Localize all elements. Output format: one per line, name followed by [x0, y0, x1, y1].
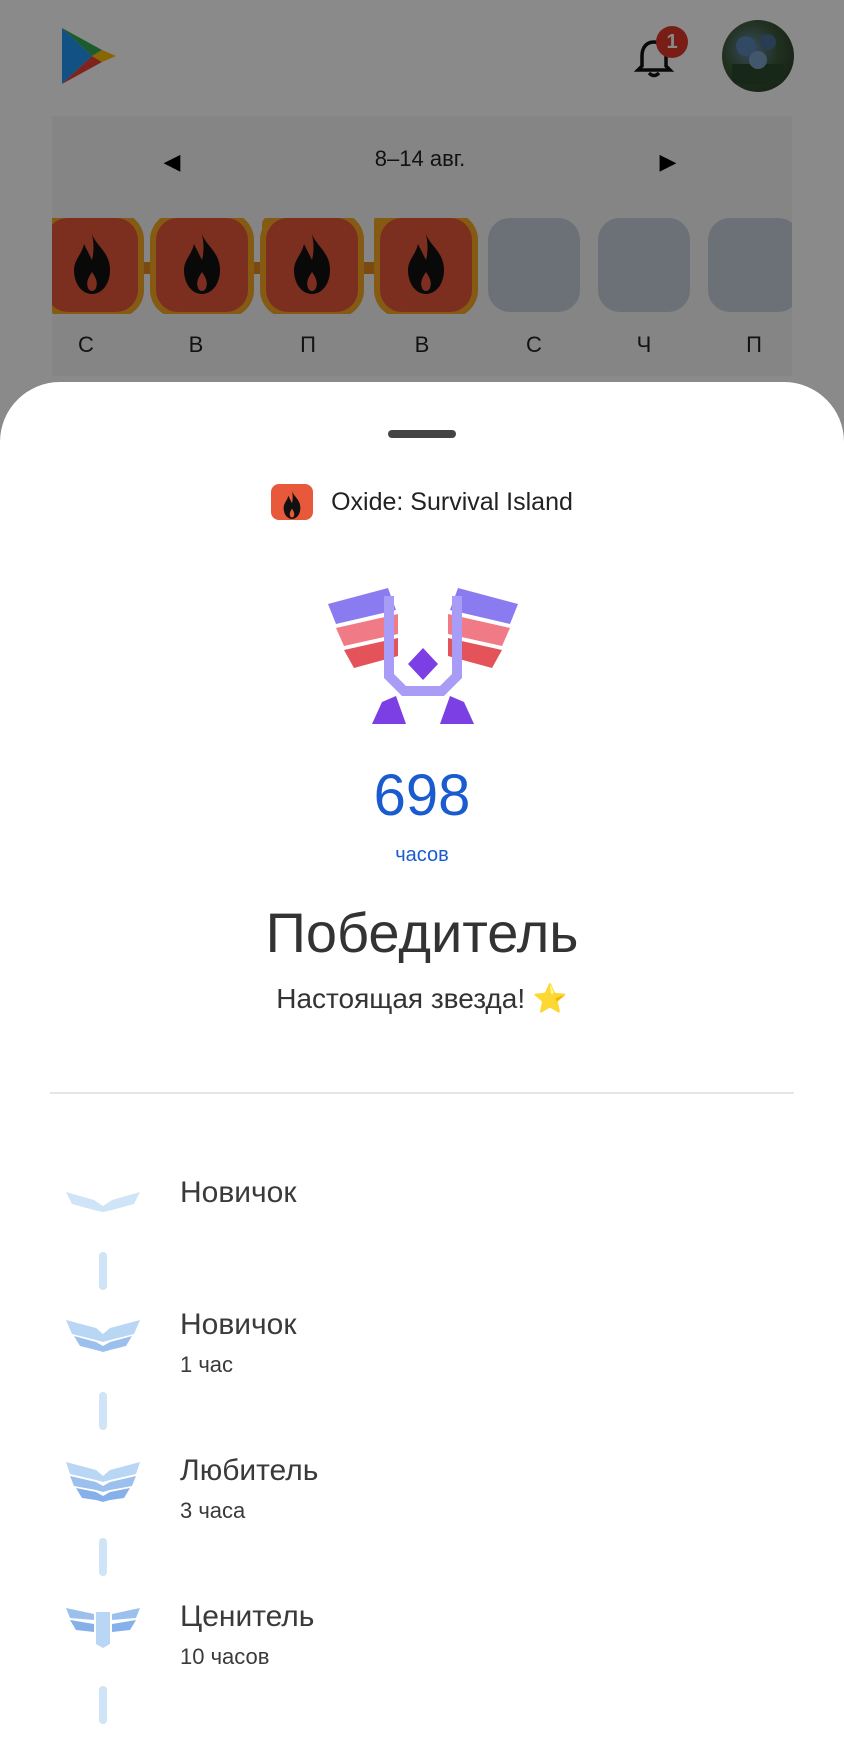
tier-connector — [99, 1538, 107, 1576]
tier-name: Ценитель — [180, 1600, 315, 1633]
tier-hours: 1 час — [180, 1352, 234, 1377]
app-row: Oxide: Survival Island — [0, 482, 844, 522]
tier-amateur-icon — [66, 1462, 140, 1502]
level-subtitle: Настоящая звезда! ⭐ — [276, 983, 568, 1014]
hours-played-unit: часов — [395, 844, 449, 866]
tier-connector — [99, 1252, 107, 1290]
divider — [50, 1092, 794, 1094]
tier-novice-icon — [66, 1192, 140, 1212]
winner-badge-icon — [328, 588, 518, 724]
tier-item: Ценитель 10 часов — [0, 1596, 844, 1669]
tier-connector — [99, 1392, 107, 1430]
tier-item: Любитель 3 часа — [0, 1450, 844, 1523]
app-name: Oxide: Survival Island — [331, 487, 573, 516]
fire-icon — [283, 491, 301, 519]
tier-name: Любитель — [180, 1454, 319, 1487]
tier-item: Новичок — [0, 1172, 844, 1242]
tier-name: Новичок — [180, 1176, 297, 1209]
tier-hours: 10 часов — [180, 1644, 270, 1669]
tier-connector — [99, 1686, 107, 1724]
sheet-drag-handle[interactable] — [388, 430, 456, 438]
tier-connoisseur-icon — [66, 1608, 140, 1648]
level-title: Победитель — [265, 901, 579, 964]
app-icon — [271, 484, 314, 520]
tier-name: Новичок — [180, 1308, 297, 1341]
tier-novice-icon — [66, 1320, 140, 1352]
tier-item: Новичок 1 час — [0, 1304, 844, 1377]
achievement-bottom-sheet: Oxide: Survival Island 698 часов Победит… — [0, 382, 844, 1752]
tier-hours: 3 часа — [180, 1498, 246, 1523]
hours-played-value: 698 — [373, 763, 471, 828]
